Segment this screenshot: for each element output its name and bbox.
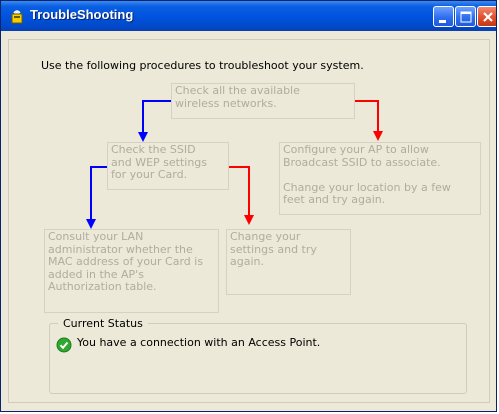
step-check-networks: Check all the available wireless network…: [171, 83, 355, 119]
current-status-legend: Current Status: [58, 317, 148, 330]
step-change-settings: Change your settings and try again.: [226, 229, 351, 295]
current-status-group: [49, 323, 467, 394]
step-check-ssid: Check the SSID and WEP settings for your…: [107, 142, 229, 190]
status-message: You have a connection with an Access Poi…: [77, 336, 321, 349]
red-arrow-to-configure: [355, 100, 383, 141]
troubleshooting-window: TroubleShooting Use the following proced…: [0, 0, 497, 412]
green-check-icon: [56, 337, 72, 353]
blue-arrow-to-ssid: [138, 100, 171, 142]
red-arrow-to-change: [229, 166, 254, 225]
step-configure-ap: Configure your AP to allow Broadcast SSI…: [279, 142, 481, 215]
step-consult-admin: Consult your LAN administrator whether t…: [44, 229, 219, 313]
blue-arrow-to-consult: [86, 166, 107, 229]
